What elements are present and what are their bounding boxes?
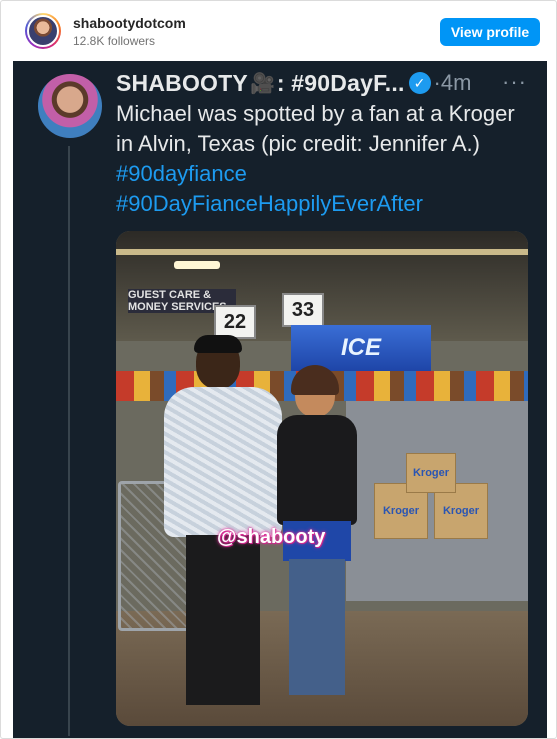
follower-count: 12.8K followers bbox=[73, 33, 156, 48]
verified-badge-icon: ✓ bbox=[408, 72, 431, 94]
man-shirt bbox=[164, 387, 282, 537]
profile-avatar[interactable] bbox=[25, 13, 61, 49]
ceiling-light bbox=[174, 261, 220, 269]
instagram-embed: shabootydotcom 12.8K followers View prof… bbox=[0, 0, 557, 739]
avatar-image bbox=[27, 15, 59, 47]
tweet-name-suffix: : #90DayF... bbox=[276, 69, 405, 96]
kroger-bag: Kroger bbox=[406, 453, 456, 493]
tweet-text: Michael was spotted by a fan at a Kroger… bbox=[116, 99, 521, 219]
post-media[interactable]: SHABOOTY 🎥 : #90DayF... ✓ · 4m ··· Micha… bbox=[13, 61, 547, 738]
view-profile-button[interactable]: View profile bbox=[440, 18, 540, 46]
thread-line bbox=[68, 146, 70, 736]
tweet-avatar bbox=[36, 72, 104, 140]
woman-top bbox=[277, 415, 357, 525]
man-pants bbox=[186, 535, 260, 705]
tweet-author-row: SHABOOTY 🎥 : #90DayF... ✓ · 4m bbox=[116, 66, 471, 100]
hashtag-90dayfiance: #90dayfiance bbox=[116, 161, 247, 186]
embed-header: shabootydotcom 12.8K followers View prof… bbox=[1, 1, 556, 61]
woman-jeans bbox=[289, 559, 345, 695]
ceiling-beam bbox=[116, 249, 528, 255]
tweet-body-text: Michael was spotted by a fan at a Kroger… bbox=[116, 101, 515, 156]
tweet-separator: · bbox=[433, 70, 441, 95]
lane-number-sign: 33 bbox=[282, 293, 324, 327]
account-username[interactable]: shabootydotcom bbox=[73, 14, 186, 32]
tweet-screenshot: SHABOOTY 🎥 : #90DayF... ✓ · 4m ··· Micha… bbox=[13, 61, 547, 738]
more-options-icon: ··· bbox=[502, 69, 527, 94]
camera-icon: 🎥 bbox=[249, 72, 275, 95]
shabooty-watermark: @shabooty bbox=[217, 526, 326, 548]
tweet-display-name: SHABOOTY bbox=[116, 69, 248, 96]
tweet-photo: GUEST CARE & MONEY SERVICES 22 33 ICE Kr… bbox=[116, 231, 528, 726]
lane-number-sign: 22 bbox=[214, 305, 256, 339]
account-info: shabootydotcom 12.8K followers bbox=[73, 14, 186, 49]
man-cap bbox=[194, 335, 242, 353]
tweet-timestamp: 4m bbox=[440, 70, 472, 95]
hashtag-happily-ever-after: #90DayFianceHappilyEverAfter bbox=[116, 191, 423, 216]
